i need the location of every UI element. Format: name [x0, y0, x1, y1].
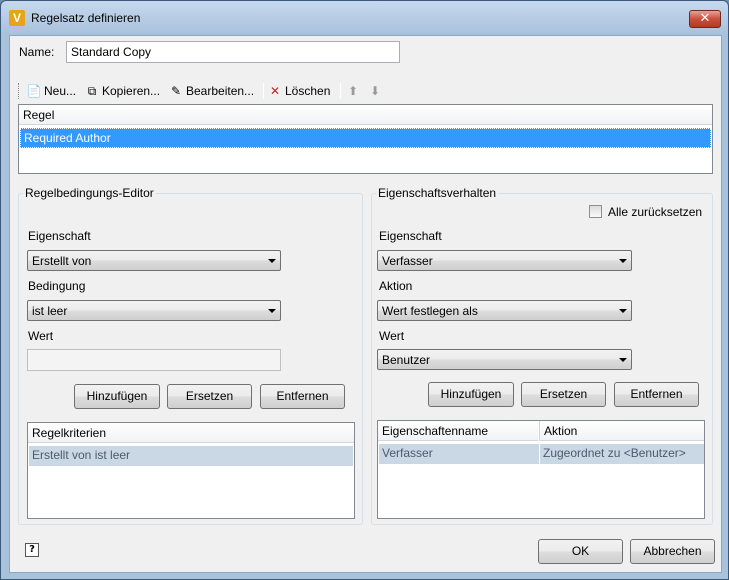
ok-button[interactable]: OK [538, 539, 623, 564]
criteria-list-item[interactable]: Erstellt von ist leer [29, 446, 353, 466]
behavior-value-dropdown[interactable]: Benutzer [377, 349, 632, 370]
behavior-property-value: Verfasser [382, 254, 433, 268]
chevron-down-icon [619, 358, 627, 362]
behavior-property-dropdown[interactable]: Verfasser [377, 250, 632, 271]
condition-value-label: Wert [28, 329, 54, 343]
delete-rule-label: Löschen [285, 84, 331, 98]
dialog-window: V Regelsatz definieren ✕ Name: Standard … [0, 0, 729, 580]
toolbar-separator [340, 83, 341, 99]
table-cell-action[interactable]: Zugeordnet zu <Benutzer> [540, 444, 704, 464]
edit-rule-label: Bearbeiten... [186, 84, 255, 98]
cancel-button[interactable]: Abbrechen [630, 539, 715, 564]
rules-toolbar: 📄 Neu... ⧉ Kopieren... ✎ Bearbeiten... ✕… [18, 80, 713, 102]
arrow-down-icon: ⬇ [369, 84, 381, 98]
condition-operator-label: Bedingung [28, 279, 86, 293]
rule-list-item[interactable]: Required Author [20, 128, 711, 148]
condition-editor-title: Regelbedingungs-Editor [23, 186, 156, 200]
name-label: Name: [19, 45, 55, 59]
reset-all-checkbox[interactable] [589, 205, 602, 218]
condition-operator-value: ist leer [32, 304, 68, 318]
rules-list-header[interactable]: Regel [19, 105, 712, 125]
behavior-remove-button[interactable]: Entfernen [614, 382, 699, 407]
table-cell-property-name[interactable]: Verfasser [379, 444, 539, 464]
app-logo-icon: V [9, 10, 25, 26]
condition-replace-button[interactable]: Ersetzen [167, 384, 252, 409]
chevron-down-icon [268, 259, 276, 263]
condition-property-value: Erstellt von [32, 254, 92, 268]
behavior-add-button[interactable]: Hinzufügen [428, 382, 514, 407]
edit-rule-button[interactable]: ✎ Bearbeiten... [168, 82, 254, 100]
column-header-property-name[interactable]: Eigenschaftenname [378, 421, 538, 441]
behavior-action-dropdown[interactable]: Wert festlegen als [377, 300, 632, 321]
condition-operator-dropdown[interactable]: ist leer [27, 300, 281, 321]
copy-rule-label: Kopieren... [102, 84, 161, 98]
condition-remove-button[interactable]: Entfernen [260, 384, 345, 409]
behavior-action-value: Wert festlegen als [382, 304, 478, 318]
dialog-body: Name: Standard Copy 📄 Neu... ⧉ Kopieren.… [9, 35, 722, 573]
chevron-down-icon [619, 259, 627, 263]
new-rule-label: Neu... [44, 84, 77, 98]
help-icon[interactable]: ? [25, 543, 39, 557]
toolbar-grip [18, 83, 21, 99]
behavior-value-label: Wert [379, 329, 405, 343]
rules-list[interactable]: Regel Required Author [18, 104, 713, 174]
edit-icon: ✎ [170, 84, 182, 98]
copy-icon: ⧉ [87, 84, 97, 98]
condition-property-dropdown[interactable]: Erstellt von [27, 250, 281, 271]
criteria-list-header[interactable]: Regelkriterien [28, 423, 354, 443]
copy-rule-button[interactable]: ⧉ Kopieren... [84, 82, 160, 100]
arrow-up-icon: ⬆ [347, 84, 359, 98]
behavior-action-label: Aktion [379, 279, 413, 293]
toolbar-separator [263, 83, 264, 99]
name-input[interactable]: Standard Copy [66, 41, 400, 63]
move-up-button[interactable]: ⬆ [345, 82, 361, 100]
property-behavior-title: Eigenschaftsverhalten [376, 186, 499, 200]
new-document-icon: 📄 [26, 84, 42, 98]
chevron-down-icon [619, 309, 627, 313]
condition-add-button[interactable]: Hinzufügen [74, 384, 160, 409]
move-down-button[interactable]: ⬇ [367, 82, 383, 100]
title-bar[interactable]: V Regelsatz definieren ✕ [1, 1, 728, 35]
reset-all-label[interactable]: Alle zurücksetzen [608, 205, 702, 219]
delete-x-icon: ✕ [269, 84, 281, 98]
condition-value-input[interactable] [27, 349, 281, 371]
column-header-action[interactable]: Aktion [540, 421, 704, 441]
behavior-replace-button[interactable]: Ersetzen [521, 382, 606, 407]
behavior-property-label: Eigenschaft [379, 229, 442, 243]
behavior-value-value: Benutzer [382, 353, 431, 367]
new-rule-button[interactable]: 📄 Neu... [26, 82, 77, 100]
window-title: Regelsatz definieren [31, 11, 141, 25]
condition-property-label: Eigenschaft [28, 229, 91, 243]
chevron-down-icon [268, 309, 276, 313]
property-behavior-table[interactable]: Eigenschaftenname Aktion Verfasser Zugeo… [377, 420, 705, 519]
delete-rule-button[interactable]: ✕ Löschen [267, 82, 330, 100]
close-button[interactable]: ✕ [689, 10, 721, 28]
criteria-list[interactable]: Regelkriterien Erstellt von ist leer [27, 422, 355, 519]
